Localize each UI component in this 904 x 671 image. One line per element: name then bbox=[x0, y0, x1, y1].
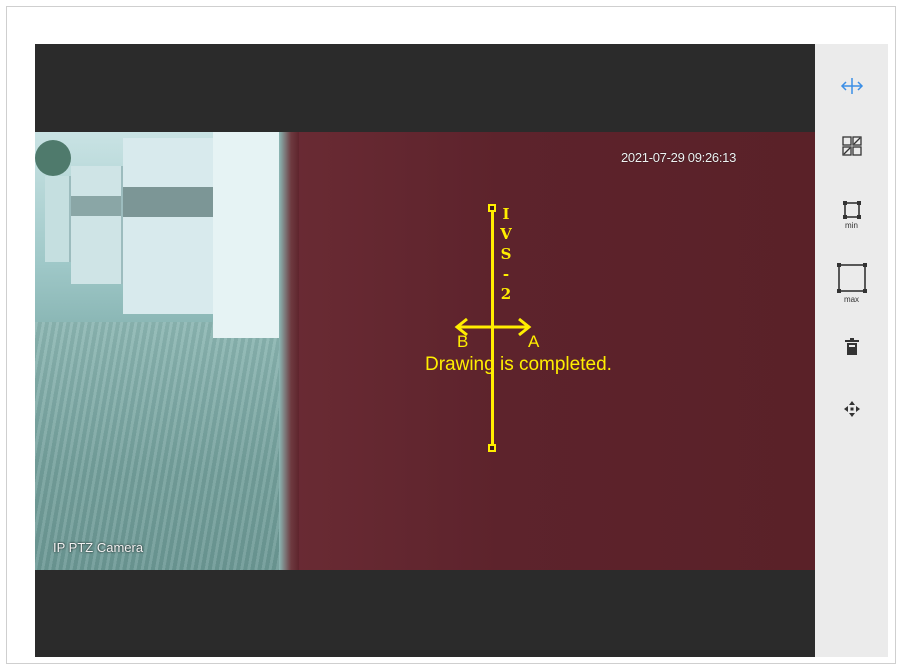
horizontal-arrows-icon bbox=[840, 78, 863, 94]
timestamp-overlay: 2021-07-29 09:26:13 bbox=[621, 150, 737, 165]
floor bbox=[35, 322, 287, 570]
direction-a-label: A bbox=[528, 332, 540, 351]
trash-icon bbox=[844, 338, 859, 355]
wall-edge bbox=[279, 132, 299, 570]
line-direction-tool[interactable] bbox=[815, 74, 888, 98]
max-size-icon bbox=[836, 263, 867, 293]
cabinet bbox=[123, 138, 215, 314]
max-size-tool[interactable]: max bbox=[815, 256, 888, 308]
wall bbox=[287, 132, 815, 570]
move-icon bbox=[843, 401, 860, 417]
max-size-label: max bbox=[843, 295, 860, 304]
delete-tool[interactable] bbox=[815, 336, 888, 358]
rule-name-label: IVS-2 bbox=[500, 205, 512, 303]
cabinet bbox=[213, 132, 285, 338]
office-scene bbox=[35, 132, 287, 570]
video-canvas[interactable]: 2021-07-29 09:26:13 IP PTZ Camera IVS-2 … bbox=[35, 44, 815, 657]
plant bbox=[35, 140, 71, 176]
min-size-label: min bbox=[845, 221, 858, 230]
target-filter-icon bbox=[841, 136, 862, 156]
direction-b-label: B bbox=[457, 332, 469, 351]
cabinet-stripe bbox=[123, 187, 213, 217]
channel-name-overlay: IP PTZ Camera bbox=[53, 540, 144, 555]
drawing-toolbar: min max bbox=[815, 44, 888, 657]
target-filter-tool[interactable] bbox=[815, 132, 888, 160]
move-tool[interactable] bbox=[815, 398, 888, 420]
tripwire-top-handle[interactable] bbox=[488, 204, 496, 212]
tripwire-bottom-handle[interactable] bbox=[488, 444, 496, 452]
cabinet bbox=[71, 166, 123, 284]
min-size-icon bbox=[842, 201, 861, 219]
camera-feed[interactable]: 2021-07-29 09:26:13 IP PTZ Camera IVS-2 … bbox=[35, 132, 815, 570]
cabinet-stripe bbox=[71, 196, 121, 216]
min-size-tool[interactable]: min bbox=[815, 192, 888, 236]
status-message: Drawing is completed. bbox=[425, 354, 612, 375]
cabinet bbox=[45, 176, 71, 262]
